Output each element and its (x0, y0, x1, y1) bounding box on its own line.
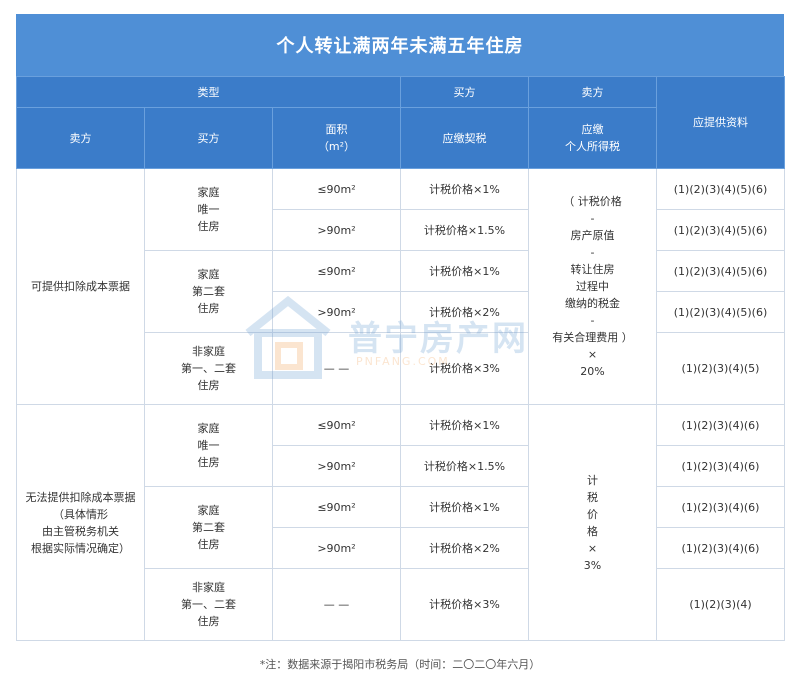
docs-cell: (1)(2)(3)(4)(6) (656, 404, 786, 446)
table-title: 个人转让满两年未满五年住房 (16, 14, 784, 76)
docs-cell: (1)(2)(3)(4)(6) (656, 527, 786, 569)
header-docs: 应提供资料 (656, 76, 786, 169)
docs-cell: (1)(2)(3)(4)(6) (656, 486, 786, 528)
header-type-group: 类型 (15, 76, 402, 108)
buyer-cell: 家庭 唯一 住房 (144, 168, 273, 251)
table-row: 可提供扣除成本票据 家庭 唯一 住房 ≤90m² 计税价格×1% （ 计税价格 … (16, 168, 786, 405)
docs-cell: (1)(2)(3)(4)(5)(6) (656, 209, 786, 251)
area-cell: >90m² (271, 209, 402, 251)
deed-tax-cell: 计税价格×1.5% (400, 445, 530, 487)
area-cell: ≤90m² (271, 486, 402, 528)
buyer-cell: 家庭 唯一 住房 (144, 404, 273, 487)
income-tax-cell: 计 税 价 格 × 3% (528, 404, 658, 641)
deed-tax-cell: 计税价格×3% (400, 568, 530, 641)
header-income-tax: 应缴 个人所得税 (528, 107, 658, 169)
header-seller-group: 卖方 (528, 76, 658, 108)
header-buyer: 买方 (144, 107, 273, 169)
docs-cell: (1)(2)(3)(4) (656, 568, 786, 641)
deed-tax-cell: 计税价格×1.5% (400, 209, 530, 251)
tax-table: 类型 买方 卖方 应提供资料 卖方 买方 面积 （m²） 应缴契税 应缴 个人所… (15, 76, 786, 641)
income-tax-cell: （ 计税价格 - 房产原值 - 转让住房 过程中 缴纳的税金 - 有关合理费用 … (528, 168, 658, 405)
buyer-cell: 家庭 第二套 住房 (144, 486, 273, 569)
area-cell: ≤90m² (271, 168, 402, 210)
deed-tax-cell: 计税价格×3% (400, 332, 530, 405)
deed-tax-cell: 计税价格×1% (400, 168, 530, 210)
buyer-cell: 家庭 第二套 住房 (144, 250, 273, 333)
area-cell: ≤90m² (271, 404, 402, 446)
area-cell: ≤90m² (271, 250, 402, 292)
docs-cell: (1)(2)(3)(4)(5) (656, 332, 786, 405)
area-cell: >90m² (271, 291, 402, 333)
area-cell: — — (271, 332, 402, 405)
area-cell: >90m² (271, 445, 402, 487)
header-area: 面积 （m²） (271, 107, 402, 169)
deed-tax-cell: 计税价格×2% (400, 291, 530, 333)
deed-tax-cell: 计税价格×2% (400, 527, 530, 569)
deed-tax-cell: 计税价格×1% (400, 486, 530, 528)
header-buyer-group: 买方 (400, 76, 530, 108)
deed-tax-cell: 计税价格×1% (400, 250, 530, 292)
footnote: *注：数据来源于揭阳市税务局（时间：二〇二〇年六月） (259, 658, 541, 671)
table-row: 无法提供扣除成本票据 （具体情形 由主管税务机关 根据实际情况确定） 家庭 唯一… (16, 404, 786, 641)
buyer-cell: 非家庭 第一、二套 住房 (144, 332, 273, 405)
docs-cell: (1)(2)(3)(4)(5)(6) (656, 250, 786, 292)
seller-cell: 可提供扣除成本票据 (16, 168, 145, 405)
docs-cell: (1)(2)(3)(4)(5)(6) (656, 291, 786, 333)
docs-cell: (1)(2)(3)(4)(5)(6) (656, 168, 786, 210)
area-cell: >90m² (271, 527, 402, 569)
tax-table-container: 个人转让满两年未满五年住房 类型 买方 卖方 应提供资料 卖方 买方 面积 （m… (15, 14, 786, 641)
area-cell: — — (271, 568, 402, 641)
buyer-cell: 非家庭 第一、二套 住房 (144, 568, 273, 641)
seller-cell: 无法提供扣除成本票据 （具体情形 由主管税务机关 根据实际情况确定） (16, 404, 145, 641)
header-deed-tax: 应缴契税 (400, 107, 530, 169)
deed-tax-cell: 计税价格×1% (400, 404, 530, 446)
docs-cell: (1)(2)(3)(4)(6) (656, 445, 786, 487)
header-seller: 卖方 (16, 107, 145, 169)
